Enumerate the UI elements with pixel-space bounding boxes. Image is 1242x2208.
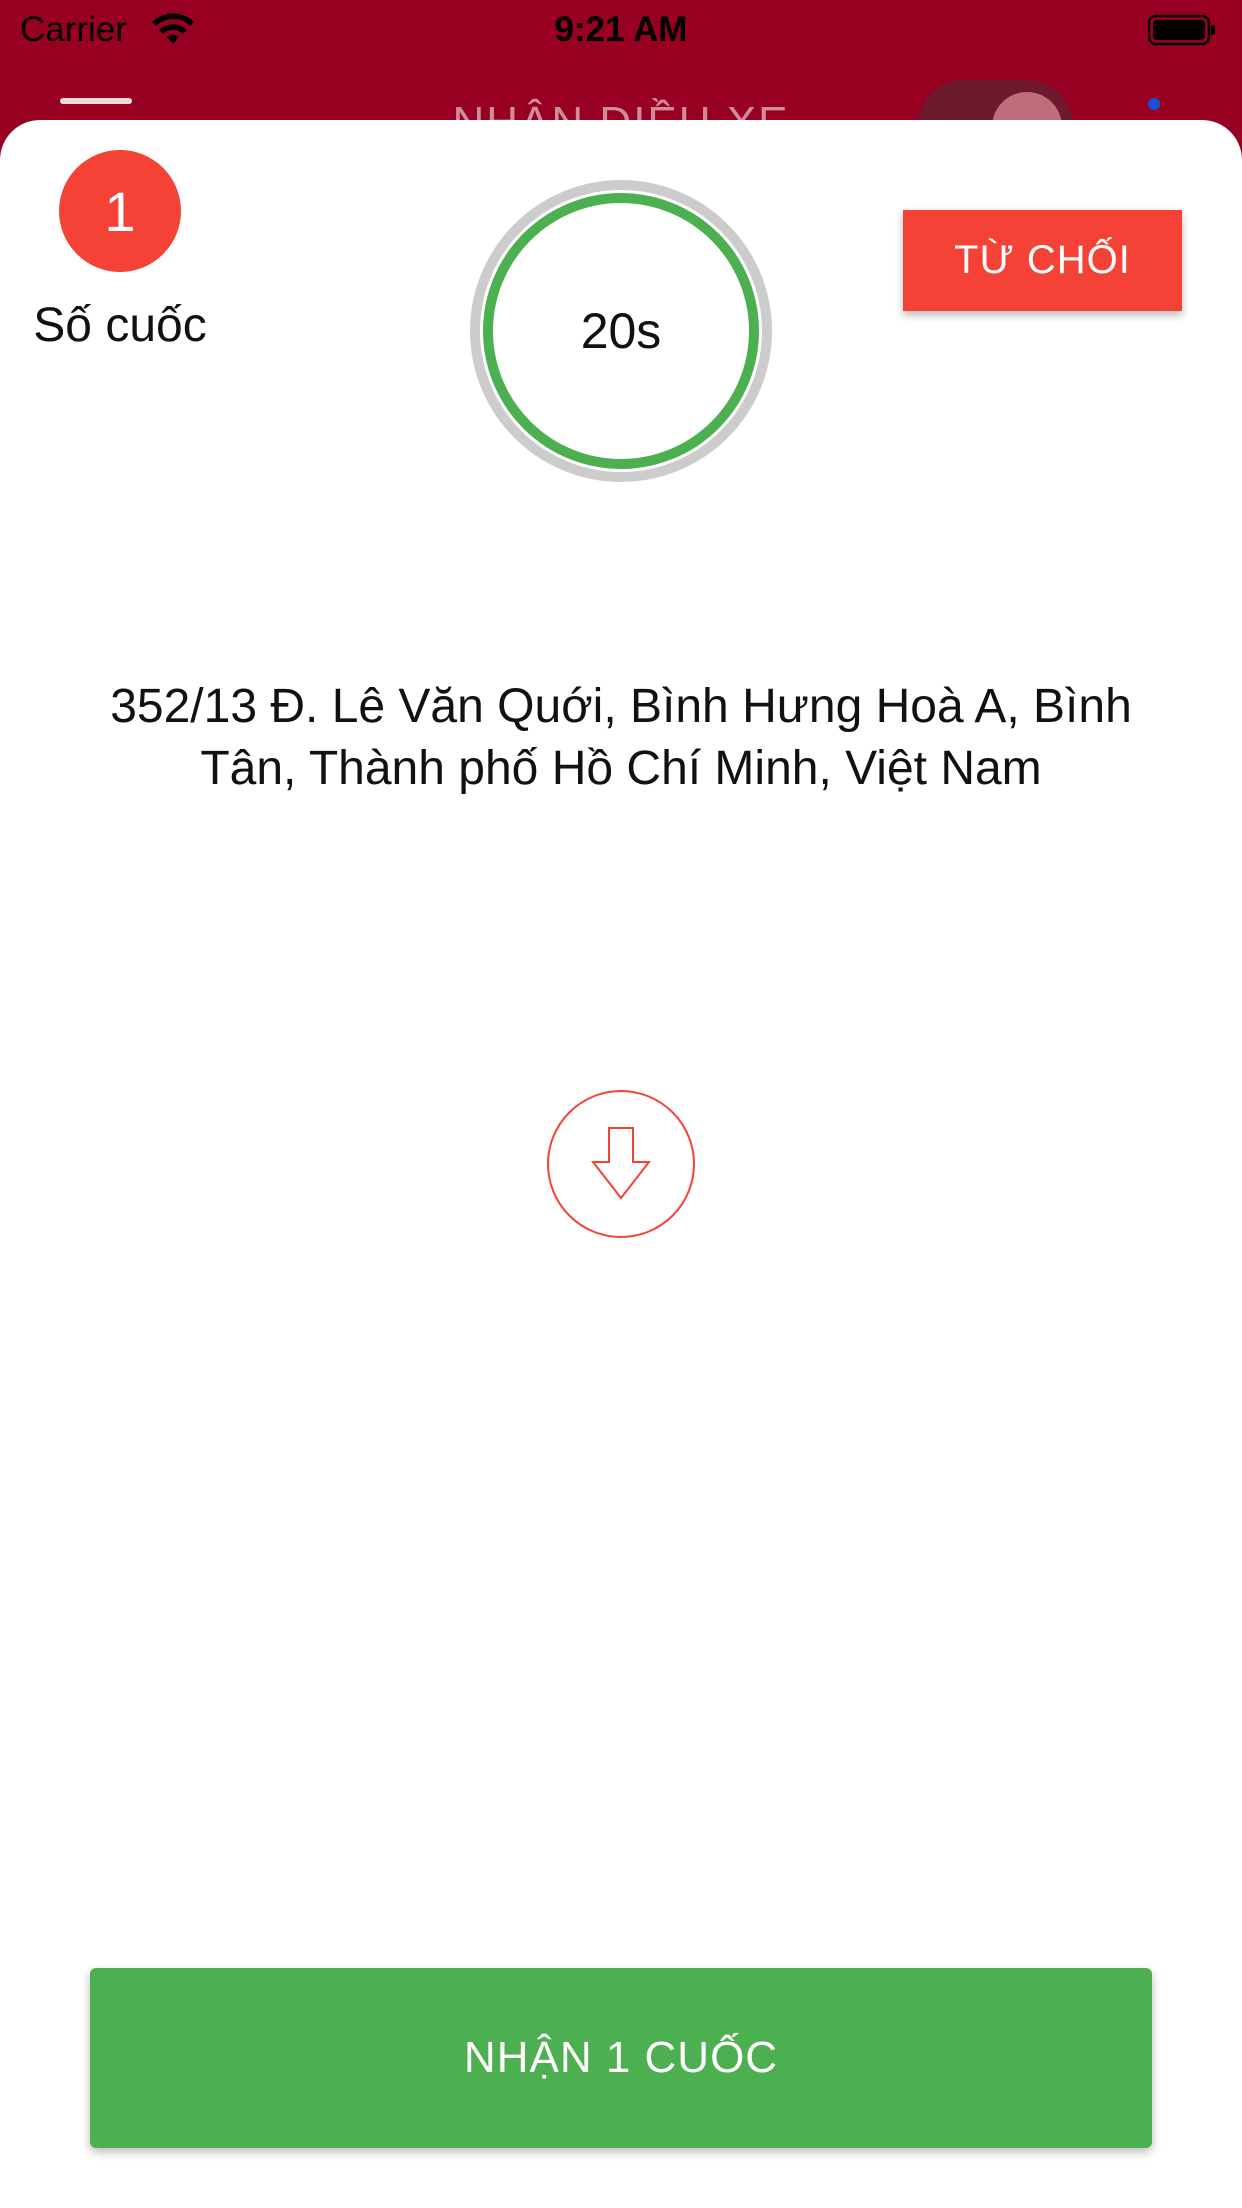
more-options-icon[interactable]	[1148, 98, 1160, 110]
reject-button[interactable]: TỪ CHỐI	[903, 210, 1182, 311]
countdown-text: 20s	[580, 303, 662, 359]
ride-count-badge: 1	[59, 150, 181, 272]
arrow-down-icon[interactable]	[545, 1088, 697, 1240]
accept-button[interactable]: NHẬN 1 CUỐC	[90, 1968, 1152, 2148]
battery-icon	[1148, 14, 1215, 46]
status-bar: Carrier 9:21 AM	[0, 0, 1242, 60]
status-time: 9:21 AM	[554, 10, 688, 49]
pickup-address: 352/13 Đ. Lê Văn Quới, Bình Hưng Hoà A, …	[110, 680, 1132, 795]
ride-count-label: Số cuốc	[33, 299, 207, 352]
ride-request-sheet: 1 Số cuốc 20s TỪ CHỐI 352/13 Đ. Lê Văn Q…	[0, 120, 1242, 2208]
